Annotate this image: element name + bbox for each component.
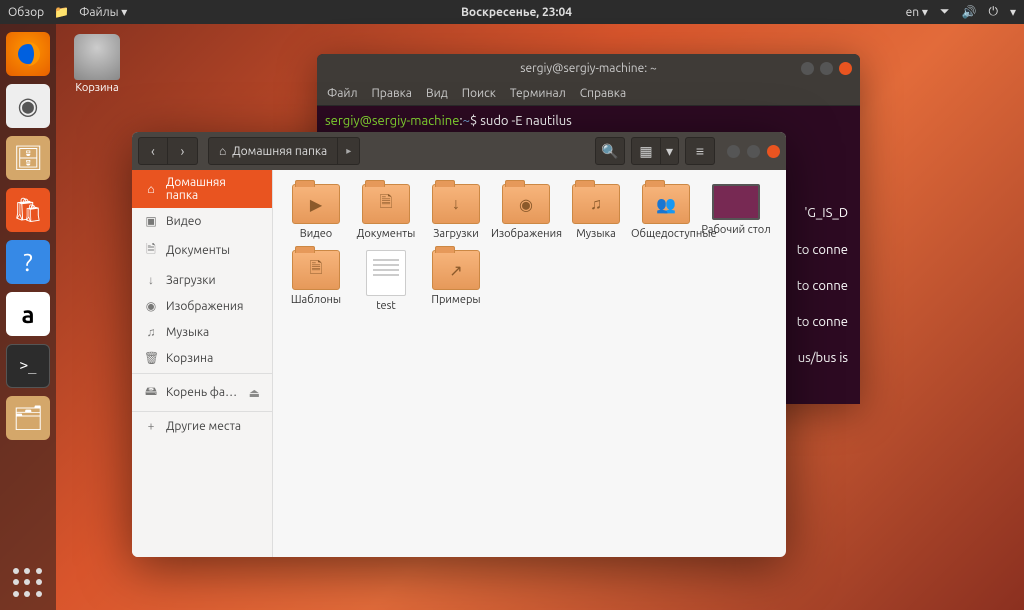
file-label: Изображения [491,228,561,240]
dock-help[interactable]: ? [6,240,50,284]
sidebar-icon: ↓ [144,273,158,287]
file-label: Видео [281,228,351,240]
sidebar-item[interactable]: 🗑Корзина [132,345,272,371]
menu-help[interactable]: Справка [580,87,626,100]
language-indicator[interactable]: en ▾ [906,5,928,19]
sidebar-item[interactable]: 🗎Документы [132,234,272,267]
menu-file[interactable]: Файл [327,87,358,100]
maximize-button[interactable] [747,145,760,158]
file-item[interactable]: 👥 Общедоступные [631,184,701,240]
menu-search[interactable]: Поиск [462,87,496,100]
folder-icon: ↓ [432,184,480,224]
file-label: Рабочий стол [701,224,771,236]
file-item[interactable]: 🗎 Документы [351,184,421,240]
dock-rhythmbox[interactable]: ◉ [6,84,50,128]
file-item[interactable]: ♫ Музыка [561,184,631,240]
menu-terminal[interactable]: Терминал [510,87,566,100]
view-dropdown[interactable]: ▾ [661,137,679,165]
file-label: Загрузки [421,228,491,240]
desktop-trash[interactable]: Корзина [74,34,120,94]
back-button[interactable]: ‹ [138,137,168,165]
grid-view-button[interactable]: ▦ [631,137,661,165]
eject-icon[interactable]: ⏏ [249,386,260,400]
path-bar[interactable]: ⌂Домашняя папка ▸ [208,137,394,165]
maximize-button[interactable] [820,62,833,75]
top-bar: Обзор 📁 Файлы ▾ Воскресенье, 23:04 en ▾ … [0,0,1024,24]
sidebar-icon: ▣ [144,214,158,228]
drive-icon: 🖴 [144,382,158,403]
file-item[interactable]: ▶ Видео [281,184,351,240]
terminal-titlebar[interactable]: sergiy@sergiy-machine: ~ [317,54,860,82]
file-item[interactable]: 🗎 Шаблоны [281,250,351,312]
dock-files[interactable]: 🗂 [6,396,50,440]
close-button[interactable] [839,62,852,75]
sidebar-icon: 🗑 [144,351,158,365]
folder-icon: 📁 [54,5,69,19]
files-window: ‹ › ⌂Домашняя папка ▸ 🔍 ▦ ▾ ≡ ⌂Домашняя … [132,132,786,557]
file-item[interactable]: test [351,250,421,312]
file-label: Музыка [561,228,631,240]
volume-icon[interactable]: 🔊 [962,5,977,19]
file-label: test [351,300,421,312]
files-sidebar: ⌂Домашняя папка▣Видео🗎Документы↓Загрузки… [132,170,273,557]
desktop-icon [712,184,760,220]
dock: ◉ 🗄 🛍 ? a >_ 🗂 [0,24,56,610]
search-button[interactable]: 🔍 [595,137,625,165]
file-label: Общедоступные [631,228,701,240]
sidebar-icon: 🗎 [144,240,158,261]
home-icon: ⌂ [219,144,226,158]
folder-icon: ◉ [502,184,550,224]
sidebar-item[interactable]: ↓Загрузки [132,267,272,293]
sidebar-icon: ♫ [144,325,158,339]
folder-icon: 🗎 [362,184,410,224]
terminal-menubar: Файл Правка Вид Поиск Терминал Справка [317,82,860,106]
close-button[interactable] [767,145,780,158]
minimize-button[interactable] [801,62,814,75]
file-item[interactable]: ↗ Примеры [421,250,491,312]
dock-archive[interactable]: 🗄 [6,136,50,180]
dock-software[interactable]: 🛍 [6,188,50,232]
trash-icon [74,34,120,80]
sidebar-icon: ◉ [144,299,158,313]
app-menu[interactable]: Файлы ▾ [79,5,127,19]
chevron-down-icon: ▾ [1010,5,1016,19]
folder-icon: 👥 [642,184,690,224]
menu-edit[interactable]: Правка [372,87,412,100]
sidebar-item[interactable]: 🖴Корень фа…⏏ [132,376,272,409]
sidebar-item[interactable]: ▣Видео [132,208,272,234]
dock-firefox[interactable] [6,32,50,76]
folder-icon: ↗ [432,250,480,290]
activities-button[interactable]: Обзор [8,6,44,19]
forward-button[interactable]: › [168,137,198,165]
dock-terminal[interactable]: >_ [6,344,50,388]
folder-icon: ♫ [572,184,620,224]
minimize-button[interactable] [727,145,740,158]
path-chevron-icon[interactable]: ▸ [338,137,360,165]
file-label: Шаблоны [281,294,351,306]
file-label: Примеры [421,294,491,306]
folder-icon: 🗎 [292,250,340,290]
sidebar-item[interactable]: ⌂Домашняя папка [132,170,272,208]
folder-icon: ▶ [292,184,340,224]
hamburger-menu[interactable]: ≡ [685,137,715,165]
network-icon[interactable]: ⏷ [940,5,950,19]
file-label: Документы [351,228,421,240]
file-item[interactable]: Рабочий стол [701,184,771,240]
file-item[interactable]: ↓ Загрузки [421,184,491,240]
show-applications[interactable] [0,568,56,598]
clock[interactable]: Воскресенье, 23:04 [127,6,905,19]
files-headerbar: ‹ › ⌂Домашняя папка ▸ 🔍 ▦ ▾ ≡ [132,132,786,170]
file-item[interactable]: ◉ Изображения [491,184,561,240]
textfile-icon [366,250,406,296]
power-icon[interactable]: ⏻ [988,5,998,19]
sidebar-item[interactable]: ♫Музыка [132,319,272,345]
menu-view[interactable]: Вид [426,87,448,100]
sidebar-item[interactable]: ◉Изображения [132,293,272,319]
files-grid[interactable]: ▶ Видео 🗎 Документы ↓ Загрузки ◉ Изображения ♫ Му… [273,170,786,557]
dock-amazon[interactable]: a [6,292,50,336]
sidebar-item[interactable]: +Другие места [132,414,272,439]
sidebar-icon: ⌂ [144,182,158,196]
